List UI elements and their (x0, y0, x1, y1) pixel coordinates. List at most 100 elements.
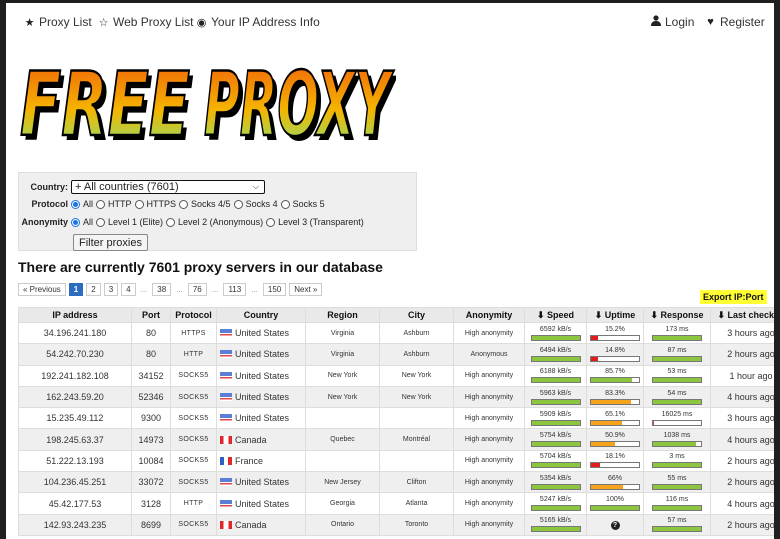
pagination-ellipsis: ... (209, 283, 221, 296)
radio-circle[interactable] (280, 199, 290, 209)
anonymity-radio-level-3-transparent-[interactable]: Level 3 (Transparent) (266, 217, 364, 227)
column-header-label: Port (142, 310, 160, 320)
page-link-38[interactable]: 38 (152, 283, 172, 296)
anonymity-option-label: All (83, 217, 94, 227)
country-cell: Canada (216, 513, 306, 536)
page-link-2[interactable]: 2 (86, 283, 101, 296)
radio-circle[interactable] (96, 199, 106, 209)
uptime-bar-fill (591, 378, 633, 383)
speed-bar (530, 419, 581, 426)
protocol-radio-socks-5[interactable]: Socks 5 (280, 199, 325, 209)
anonymity-radio-all[interactable]: All (71, 217, 93, 227)
protocol-option-label: Socks 4 (245, 199, 278, 209)
unknown-uptime-icon[interactable]: ? (610, 521, 620, 531)
logo-text-free: FREE (20, 53, 190, 151)
country-link[interactable]: United States (235, 499, 289, 509)
region-cell: Georgia (305, 492, 380, 515)
uptime-bar-fill (591, 442, 616, 447)
column-header-response[interactable]: ⬇ Response (643, 307, 711, 323)
region-cell: Virginia (305, 343, 380, 366)
radio-circle[interactable] (96, 217, 106, 227)
nav-link-web-proxy-list[interactable]: ☆ Web Proxy List (98, 15, 194, 29)
filter-proxies-button[interactable]: Filter proxies (73, 234, 148, 251)
response-cell: 53 ms (643, 364, 711, 387)
city-cell: Ashburn (379, 321, 454, 345)
page: ★ Proxy List ☆ Web Proxy List ◉ Your IP Addre… (6, 3, 774, 539)
country-link[interactable]: United States (235, 349, 289, 359)
response-cell: 3 ms (643, 449, 711, 473)
page-link-150[interactable]: 150 (262, 283, 287, 296)
nav-link-your-ip-address-info[interactable]: ◉ Your IP Address Info (196, 15, 320, 29)
country-link[interactable]: Canada (235, 520, 267, 530)
speed-bar (530, 526, 581, 533)
response-bar-fill (653, 484, 701, 489)
flag-us-icon (220, 393, 232, 402)
radio-circle[interactable] (71, 217, 80, 227)
uptime-bar-fill (591, 420, 623, 425)
speed-value: 5165 kB/s (539, 517, 572, 525)
ip-cell: 192.241.182.108 (18, 364, 132, 387)
protocol-cell: SOCKS5 (170, 385, 217, 409)
country-link[interactable]: France (235, 456, 263, 466)
protocol-radio-http[interactable]: HTTP (96, 199, 132, 209)
country-select[interactable]: + All countries (7601) ⌵ (71, 180, 265, 194)
last-checked-cell: 3 hours ago (710, 407, 774, 430)
port-cell: 9300 (131, 407, 171, 430)
protocol-radio-all[interactable]: All (71, 199, 93, 209)
protocol-radio-socks-4-5[interactable]: Socks 4/5 (179, 199, 231, 209)
anonymity-radio-level-2-anonymous-[interactable]: Level 2 (Anonymous) (166, 217, 263, 227)
page-link-3[interactable]: 3 (103, 283, 119, 296)
protocol-radio-socks-4[interactable]: Socks 4 (233, 199, 278, 209)
protocol-radio-https[interactable]: HTTPS (134, 199, 176, 209)
nav-link-login[interactable]: Login (650, 15, 694, 29)
country-link[interactable]: Canada (235, 435, 267, 445)
country-link[interactable]: United States (235, 328, 289, 338)
page-link-next[interactable]: Next » (289, 283, 323, 296)
nav-link-proxy-list[interactable]: ★ Proxy List (24, 15, 92, 29)
free-proxy-logo[interactable]: FREE FREE PROXY PROXY (16, 45, 396, 151)
column-header-uptime[interactable]: ⬇ Uptime (586, 307, 644, 323)
country-link[interactable]: United States (235, 371, 289, 381)
speed-value: 5909 kB/s (539, 410, 572, 418)
radio-circle[interactable] (266, 217, 276, 227)
country-cell: United States (216, 321, 306, 345)
anonymity-cell: High anonymity (453, 428, 525, 451)
page-link-1[interactable]: 1 (68, 283, 84, 296)
last-checked-cell: 1 hour ago (710, 364, 774, 387)
country-link[interactable]: United States (235, 392, 289, 402)
response-bar (652, 505, 702, 512)
anonymity-radio-level-1-elite-[interactable]: Level 1 (Elite) (96, 217, 163, 227)
column-header-speed[interactable]: ⬇ Speed (524, 307, 587, 323)
radio-circle[interactable] (71, 199, 80, 209)
export-ip-port-button[interactable]: Export IP:Port (700, 290, 767, 304)
uptime-value: 50.9% (605, 432, 625, 440)
speed-bar-fill (531, 484, 580, 489)
table-row: 142.93.243.235 8699 SOCKS5 Canada Ontario Tor… (18, 513, 774, 536)
page-link-76[interactable]: 76 (187, 283, 207, 296)
country-link[interactable]: United States (235, 413, 289, 423)
region-cell: Ontario (305, 513, 380, 536)
last-checked-cell: 4 hours ago (710, 428, 774, 451)
speed-cell: 5909 kB/s (524, 407, 587, 430)
speed-cell: 5165 kB/s (524, 513, 587, 536)
sort-arrow-icon: ⬇ (594, 309, 605, 320)
country-link[interactable]: United States (235, 477, 289, 487)
flag-ca-icon (220, 520, 232, 529)
response-cell: 1038 ms (643, 428, 711, 451)
radio-circle[interactable] (134, 199, 144, 209)
column-header-last-checked[interactable]: ⬇ Last checked (710, 307, 774, 323)
page-link-4[interactable]: 4 (121, 283, 136, 296)
anonymity-label: Anonymity (21, 217, 68, 227)
last-checked-cell: 2 hours ago (710, 513, 774, 536)
radio-circle[interactable] (166, 217, 176, 227)
page-link-113[interactable]: 113 (223, 283, 247, 296)
page-link-previous[interactable]: « Previous (18, 283, 66, 296)
last-checked-cell: 4 hours ago (710, 492, 774, 515)
uptime-bar (590, 398, 640, 405)
country-cell: United States (216, 385, 306, 409)
radio-circle[interactable] (233, 199, 243, 209)
region-cell: New York (305, 385, 380, 409)
radio-circle[interactable] (179, 199, 189, 209)
speed-value: 6494 kB/s (539, 346, 572, 354)
nav-link-register[interactable]: ♥ Register (705, 15, 764, 29)
